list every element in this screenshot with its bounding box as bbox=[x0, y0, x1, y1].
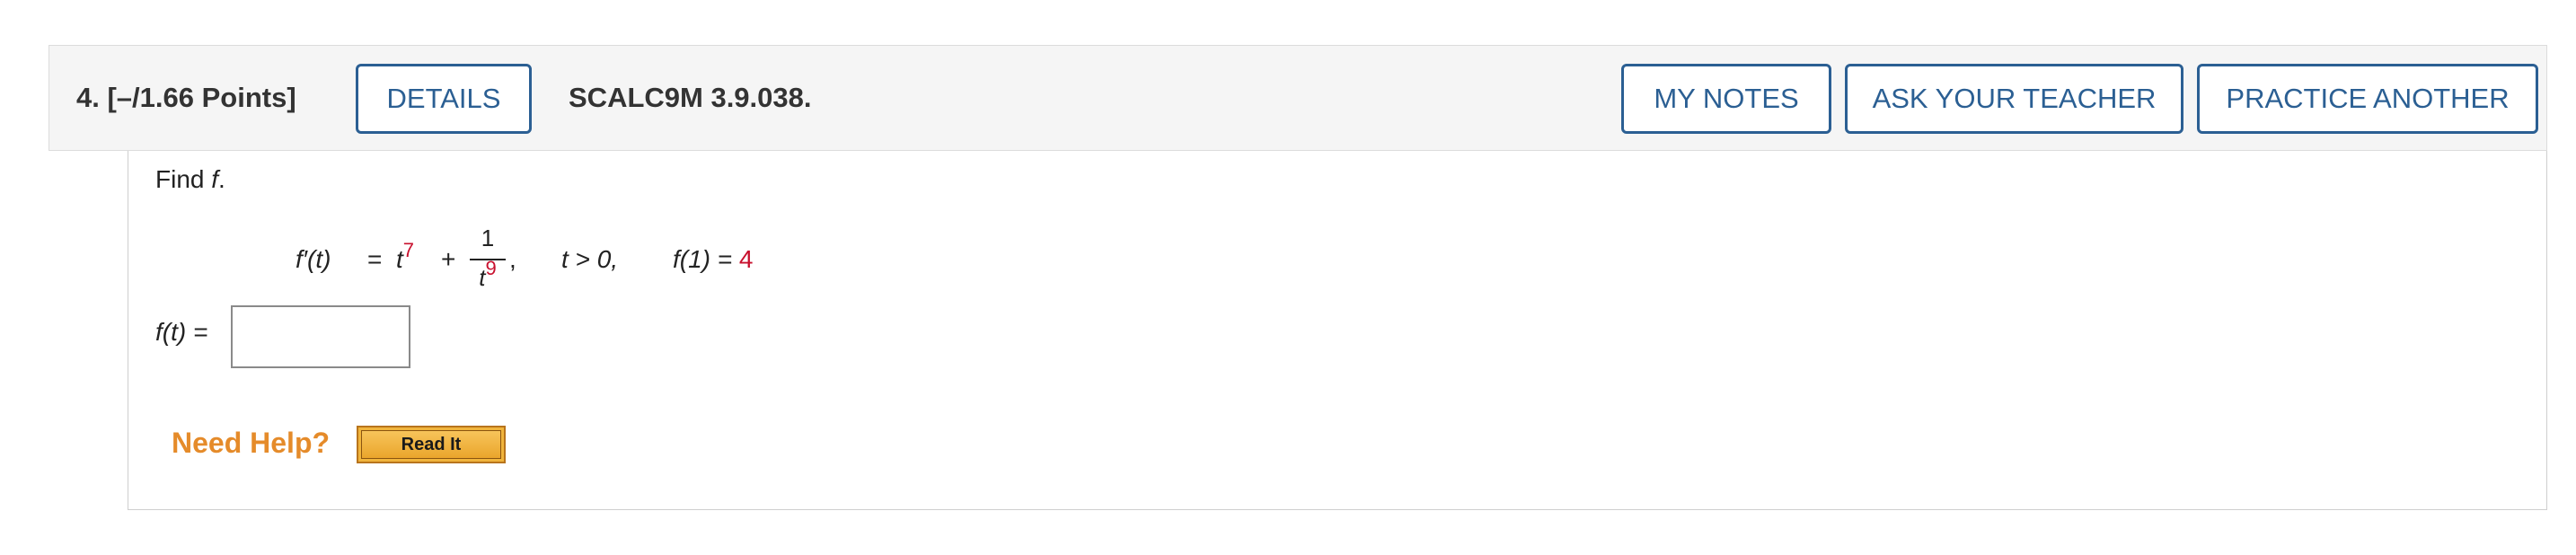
question-header: 4. [–/1.66 Points] DETAILS SCALC9M 3.9.0… bbox=[49, 45, 2547, 151]
question-points: [–/1.66 Points] bbox=[107, 82, 296, 113]
fraction-denominator: t9 bbox=[468, 257, 507, 295]
initial-condition-lhs: f(1) = bbox=[673, 245, 733, 273]
equation-lhs: f′(t) bbox=[296, 245, 331, 273]
equation-equals: = bbox=[367, 245, 383, 273]
fraction-numerator: 1 bbox=[481, 225, 495, 251]
read-it-button[interactable]: Read It bbox=[357, 426, 506, 463]
question-prompt: Find f. bbox=[155, 165, 225, 194]
equation-t-exponent: 7 bbox=[402, 239, 415, 261]
my-notes-button[interactable]: MY NOTES bbox=[1621, 64, 1831, 134]
prompt-suffix: . bbox=[218, 165, 225, 193]
equation-fraction: 1 t9 bbox=[468, 223, 507, 296]
question-number-label: 4. bbox=[76, 82, 100, 113]
need-help-label: Need Help? bbox=[172, 427, 331, 459]
equation-t-power: t7 bbox=[396, 219, 414, 302]
equation-plus: + bbox=[441, 245, 456, 273]
read-it-label: Read It bbox=[361, 430, 501, 459]
initial-condition-value: 4 bbox=[738, 245, 754, 273]
question-body: Find f. f′(t) = t7 + 1 t9 , t > 0, f(1) … bbox=[128, 151, 2547, 510]
question-number: 4. [–/1.66 Points] bbox=[76, 46, 296, 150]
fraction-denominator-exponent: 9 bbox=[485, 257, 497, 279]
equation-t-base: t bbox=[396, 245, 403, 273]
answer-input[interactable] bbox=[231, 305, 410, 368]
answer-label: f(t) = bbox=[155, 318, 208, 346]
equation-condition: t > 0, bbox=[561, 245, 619, 273]
details-button[interactable]: DETAILS bbox=[356, 64, 532, 134]
equation-comma: , bbox=[509, 245, 516, 273]
ask-your-teacher-button[interactable]: ASK YOUR TEACHER bbox=[1845, 64, 2183, 134]
prompt-variable: f bbox=[211, 165, 219, 193]
question-code: SCALC9M 3.9.038. bbox=[569, 82, 812, 113]
initial-condition: f(1) = 4 bbox=[673, 219, 754, 300]
practice-another-button[interactable]: PRACTICE ANOTHER bbox=[2197, 64, 2538, 134]
prompt-prefix: Find bbox=[155, 165, 212, 193]
